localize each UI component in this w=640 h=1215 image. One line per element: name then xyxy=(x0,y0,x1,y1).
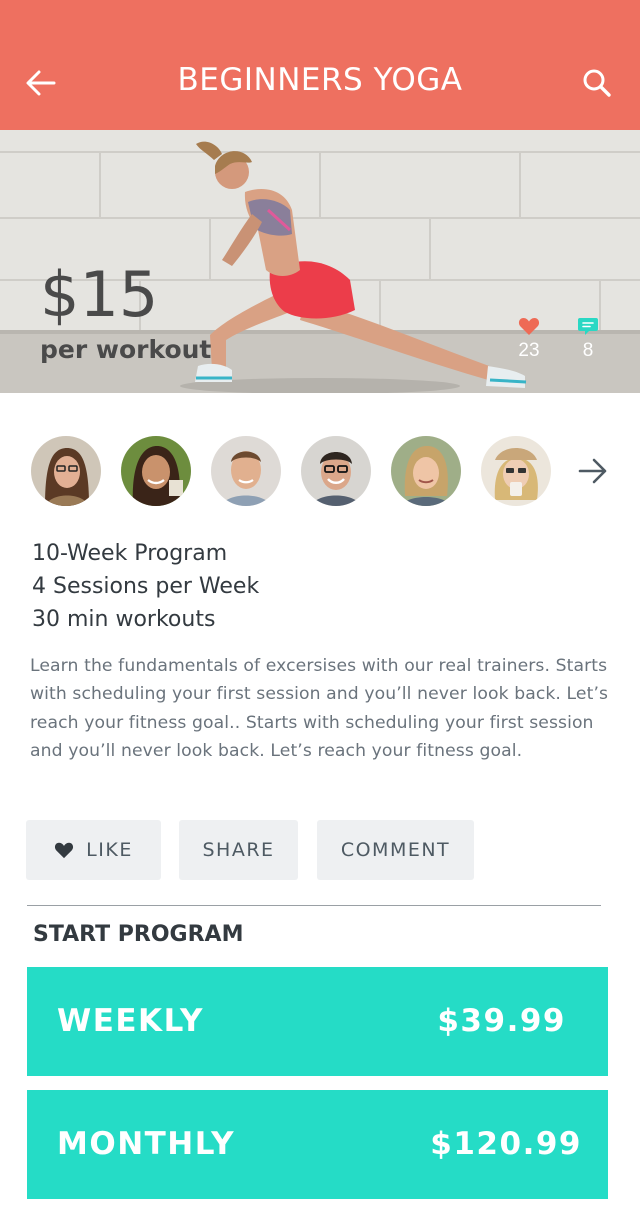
avatar[interactable] xyxy=(481,436,551,506)
plan-price: $120.99 xyxy=(430,1126,582,1162)
weekly-plan-button[interactable]: WEEKLY $39.99 xyxy=(27,967,608,1076)
plan-name: MONTHLY xyxy=(57,1126,236,1162)
likes-stat[interactable]: 23 xyxy=(509,316,549,362)
arrow-right-icon[interactable] xyxy=(577,456,609,486)
comments-stat[interactable]: 8 xyxy=(568,316,608,362)
avatar[interactable] xyxy=(301,436,371,506)
avatar[interactable] xyxy=(31,436,101,506)
avatar[interactable] xyxy=(121,436,191,506)
comment-button[interactable]: COMMENT xyxy=(317,820,474,880)
price-unit: per workout xyxy=(40,335,212,364)
feature-workout-length: 30 min workouts xyxy=(32,607,216,632)
monthly-plan-button[interactable]: MONTHLY $120.99 xyxy=(27,1090,608,1199)
search-icon[interactable] xyxy=(582,68,612,98)
comments-count: 8 xyxy=(582,340,594,361)
app-header: BEGINNERS YOGA xyxy=(0,0,640,130)
likes-count: 23 xyxy=(518,340,540,361)
page-title: BEGINNERS YOGA xyxy=(177,62,463,98)
program-features: 10-Week Program 4 Sessions per Week 30 m… xyxy=(32,540,259,639)
like-button[interactable]: LIKE xyxy=(26,820,161,880)
heart-icon xyxy=(55,842,74,859)
start-program-title: START PROGRAM xyxy=(33,922,244,947)
share-button-label: SHARE xyxy=(202,839,275,861)
feature-sessions: 4 Sessions per Week xyxy=(32,574,260,599)
feature-duration: 10-Week Program xyxy=(32,541,228,566)
trainer-avatars xyxy=(31,436,611,506)
avatar[interactable] xyxy=(391,436,461,506)
like-button-label: LIKE xyxy=(86,839,133,861)
share-button[interactable]: SHARE xyxy=(179,820,298,880)
avatar[interactable] xyxy=(211,436,281,506)
heart-icon xyxy=(518,318,540,335)
plan-price: $39.99 xyxy=(437,1003,566,1039)
program-description: Learn the fundamentals of excersises wit… xyxy=(30,656,609,762)
plan-name: WEEKLY xyxy=(57,1003,204,1039)
hero-image: $15 per workout 23 8 xyxy=(0,130,640,393)
comment-button-label: COMMENT xyxy=(340,839,451,861)
price-amount: $15 xyxy=(40,258,159,331)
comment-icon xyxy=(578,318,598,335)
divider xyxy=(27,905,601,906)
